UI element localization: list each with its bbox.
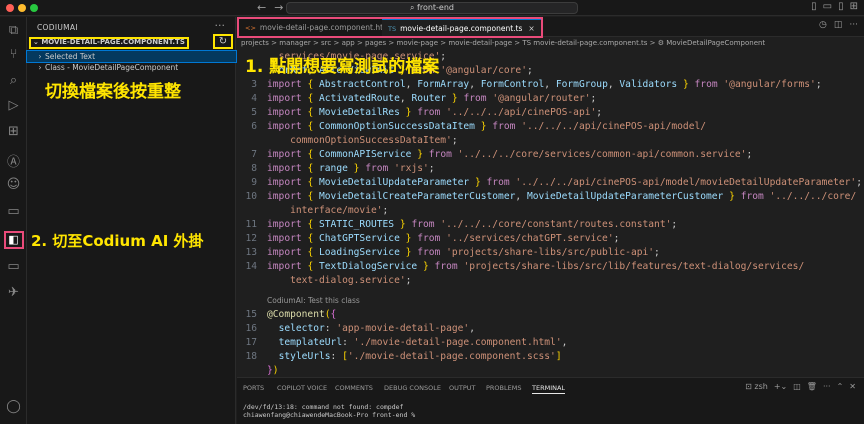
code-line: 16 selector: 'app-movie-detail-page',: [245, 323, 475, 334]
toggle-panel-icon[interactable]: ▭: [823, 1, 832, 12]
bottom-panel: PORTS COPILOT VOICE COMMENTS DEBUG CONSO…: [237, 377, 864, 424]
activity-bar: ⧉ ⑂ ⌕ ▷ ⊞ Ⓐ ☺ ▭ ◧ ▭ ✈ ◯: [0, 17, 27, 424]
comments-icon[interactable]: ▭: [0, 259, 27, 274]
chevron-right-icon: ›: [38, 52, 42, 61]
chevron-right-icon: ›: [38, 63, 42, 72]
search-text: front-end: [417, 3, 455, 12]
annotation-switch-to-codium: 2. 切至Codium AI 外掛: [31, 232, 204, 250]
code-line: interface/movie';: [290, 205, 389, 216]
close-window-button[interactable]: [6, 4, 14, 12]
code-line: 13 import { LoadingService } from 'projec…: [245, 247, 660, 258]
terminal-shell[interactable]: ⊡ zsh: [745, 382, 768, 391]
tab-ports[interactable]: PORTS: [243, 384, 264, 392]
section-header[interactable]: ⌄ MOVIE-DETAIL-PAGE.COMPONENT.TS: [29, 37, 189, 49]
code-line: 17 templateUrl: './movie-detail-page.com…: [245, 337, 568, 348]
tab-output[interactable]: OUTPUT: [449, 384, 476, 392]
maximize-window-button[interactable]: [30, 4, 38, 12]
tree-item-label: Selected Text: [45, 52, 96, 61]
code-line: text-dialog.service';: [290, 275, 412, 286]
split-editor-icon[interactable]: ◫: [834, 20, 843, 30]
codelens-line[interactable]: CodiumAI: Test this class: [237, 294, 360, 308]
close-panel-icon[interactable]: ✕: [849, 382, 856, 391]
tabs-highlight-box: [237, 17, 543, 38]
sidebar-title: CODIUMAI: [37, 23, 78, 32]
tab-copilot-voice[interactable]: COPILOT VOICE: [277, 384, 327, 392]
annotation-open-file: 1. 點開想要寫測試的檔案: [245, 57, 440, 77]
code-line: 11 import { STATIC_ROUTES } from '../../.…: [245, 219, 678, 230]
panel-actions: ⊡ zsh +⌄ ◫ 🗑 ··· ⌃ ✕: [745, 382, 856, 391]
editor-actions: ◷ ◫ ···: [819, 20, 858, 30]
section-header-label: MOVIE-DETAIL-PAGE.COMPONENT.TS: [41, 38, 185, 46]
code-line: 5 import { MovieDetailRes } from '../../.…: [251, 107, 603, 118]
extensions-icon[interactable]: ⊞: [0, 124, 27, 139]
tree-item-class[interactable]: › Class - MovieDetailPageComponent: [27, 62, 236, 73]
explorer-icon[interactable]: ⧉: [0, 23, 27, 38]
code-line: 15 @Component({: [245, 309, 337, 320]
account-icon[interactable]: ◯: [0, 399, 27, 414]
back-icon[interactable]: ←: [257, 1, 274, 14]
code-line: 4 import { ActivatedRoute, Router } from …: [251, 93, 597, 104]
more-actions-icon[interactable]: ···: [215, 19, 226, 32]
terminal-icon: ⊡: [745, 382, 755, 391]
code-line: 6 import { CommonOptionSuccessDataItem } …: [251, 121, 707, 132]
code-line: 9 import { MovieDetailUpdateParameter } f…: [251, 177, 862, 188]
timeline-icon[interactable]: ◷: [819, 20, 827, 30]
terminal-line: /dev/fd/13:18: command not found: compde…: [243, 403, 404, 411]
remote-icon[interactable]: ✈: [0, 285, 27, 300]
split-terminal-icon[interactable]: ◫: [793, 382, 801, 391]
codiumai-icon[interactable]: ◧: [0, 231, 27, 249]
code-line: 8 import { range } from 'rxjs';: [251, 163, 435, 174]
annotation-switch-refresh: 切換檔案後按重整: [45, 82, 181, 102]
tab-comments[interactable]: COMMENTS: [335, 384, 373, 392]
search-icon: ⌕: [409, 3, 418, 12]
more-actions-icon[interactable]: ···: [849, 20, 858, 30]
toggle-secondary-sidebar-icon[interactable]: ▯: [838, 1, 844, 12]
more-actions-icon[interactable]: ···: [823, 382, 831, 391]
angular-icon[interactable]: Ⓐ: [0, 151, 27, 170]
tree-item-label: Class - MovieDetailPageComponent: [45, 63, 179, 72]
tree-item-selected-text[interactable]: › Selected Text: [26, 50, 237, 63]
command-center-search[interactable]: ⌕ front-end: [286, 2, 578, 14]
code-line: 18 styleUrls: ['./movie-detail-page.comp…: [245, 351, 562, 362]
copilot-icon[interactable]: ☺: [0, 177, 27, 192]
code-line: commonOptionSuccessDataItem';: [290, 135, 458, 146]
code-line: 10 import { MovieDetailCreateParameterCus…: [245, 191, 857, 202]
tab-problems[interactable]: PROBLEMS: [486, 384, 521, 392]
chat-icon[interactable]: ▭: [0, 204, 27, 219]
customize-layout-icon[interactable]: ⊞: [850, 1, 858, 12]
codelens-test-this-class[interactable]: CodiumAI: Test this class: [267, 296, 360, 305]
code-line: }): [267, 365, 279, 376]
source-control-icon[interactable]: ⑂: [0, 47, 27, 62]
run-debug-icon[interactable]: ▷: [0, 98, 27, 113]
title-bar: ←→ ⌕ front-end ▯ ▭ ▯ ⊞: [0, 0, 864, 16]
codiumai-sidebar: CODIUMAI ··· ⌄ MOVIE-DETAIL-PAGE.COMPONE…: [26, 17, 237, 424]
refresh-icon: ↻: [218, 36, 228, 47]
maximize-panel-icon[interactable]: ⌃: [837, 382, 844, 391]
refresh-button[interactable]: ↻: [213, 34, 233, 49]
new-terminal-icon[interactable]: +⌄: [774, 382, 787, 391]
layout-controls: ▯ ▭ ▯ ⊞: [811, 1, 858, 12]
code-line: 12 import { ChatGPTService } from '../ser…: [245, 233, 620, 244]
trash-icon[interactable]: 🗑: [807, 382, 817, 391]
code-line: 3 import { AbstractControl, FormArray, Fo…: [251, 79, 822, 90]
breadcrumb[interactable]: projects > manager > src > app > pages >…: [241, 38, 765, 49]
editor-area: <> movie-detail-page.component.html TS mov…: [237, 17, 864, 377]
toggle-sidebar-icon[interactable]: ▯: [811, 1, 817, 12]
editor-tabs: <> movie-detail-page.component.html TS mov…: [237, 17, 864, 38]
search-icon[interactable]: ⌕: [0, 73, 27, 88]
tab-debug-console[interactable]: DEBUG CONSOLE: [384, 384, 441, 392]
minimize-window-button[interactable]: [18, 4, 26, 12]
code-line: 7 import { CommonAPIService } from '../..…: [251, 149, 753, 160]
code-line: 14 import { TextDialogService } from 'pro…: [245, 261, 805, 272]
tab-terminal[interactable]: TERMINAL: [532, 384, 566, 394]
terminal-line: chiawenfang@chiawendeMacBook-Pro front-e…: [243, 411, 416, 419]
